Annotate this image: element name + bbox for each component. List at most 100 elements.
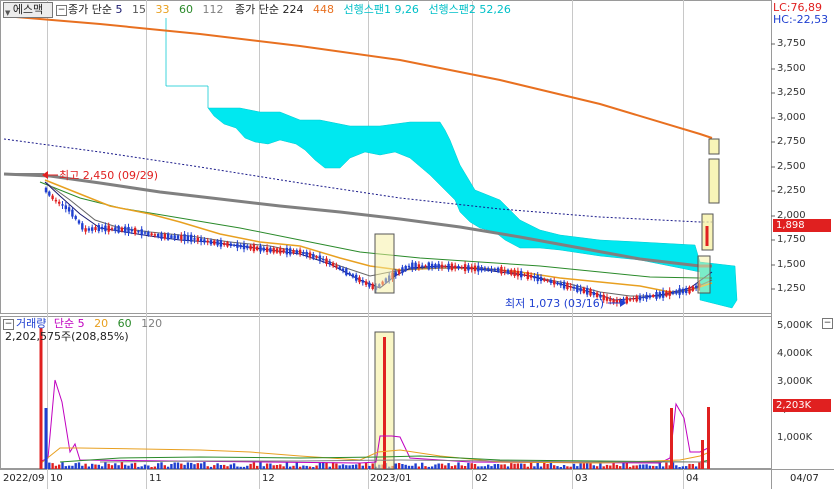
candle-body	[645, 294, 648, 300]
volume-bar	[602, 466, 605, 469]
volume-bar	[463, 466, 467, 469]
volume-bar	[473, 464, 477, 469]
collapse-volume-panel-button[interactable]: −	[3, 319, 14, 330]
volume-bar	[361, 465, 364, 469]
candle-body	[104, 225, 107, 232]
volume-bar	[576, 466, 579, 469]
current-price-badge: 1,898	[773, 219, 831, 232]
volume-bar	[470, 463, 473, 469]
high-annotation: 최고 2,450 (09/29)	[59, 169, 159, 182]
candle-body	[401, 267, 404, 274]
volume-bar	[282, 466, 285, 469]
candle-body	[559, 282, 562, 286]
volume-bar	[605, 464, 609, 469]
volume-bar	[688, 463, 691, 469]
volume-bar	[364, 462, 368, 469]
candle-body	[186, 235, 190, 241]
ticker-selector[interactable]: ▼ 에스맥	[3, 2, 53, 18]
candle-body	[638, 295, 642, 301]
volume-legend: 거래량 단순 5 20 60 120	[16, 317, 162, 331]
volume-bar	[572, 463, 576, 469]
candle-body	[51, 195, 54, 200]
volume-bar	[279, 464, 282, 469]
candle-body	[173, 235, 176, 239]
candle-body	[397, 270, 401, 274]
volume-bar	[170, 464, 173, 469]
candle-body	[100, 226, 104, 230]
volume-bar	[516, 463, 520, 469]
candle-body	[110, 228, 114, 230]
candle-body	[246, 245, 249, 249]
volume-bar	[440, 463, 444, 469]
volume-bar	[427, 466, 430, 469]
stock-chart[interactable]	[0, 0, 834, 489]
volume-bar	[173, 462, 176, 469]
candle-body	[543, 278, 546, 281]
volume-bar	[648, 465, 652, 469]
price-tick-3750: 3,750	[777, 38, 806, 49]
volume-bar	[424, 466, 427, 469]
volume-last-value: 2,202,575주(208,85%)	[5, 330, 129, 343]
volume-bar	[298, 466, 302, 469]
volume-bar	[71, 465, 74, 469]
candle-body	[364, 281, 368, 285]
volume-bar	[110, 465, 114, 469]
volume-bar	[401, 464, 404, 469]
x-tick-2022-09: 2022/09	[3, 473, 45, 484]
volume-bar	[483, 466, 487, 469]
ma33-label: 33	[155, 3, 170, 16]
candle-body	[232, 244, 236, 246]
candle-body	[242, 243, 246, 250]
ma5-label: 5	[115, 3, 123, 16]
volume-panel-menu-button[interactable]: −	[822, 318, 833, 329]
volume-bar	[619, 466, 622, 469]
volume-bar	[104, 462, 107, 469]
candle-body	[529, 275, 533, 278]
candle-body	[394, 272, 397, 276]
x-tick-03: 03	[575, 473, 588, 484]
volume-bar	[589, 463, 592, 469]
candle-body	[140, 229, 143, 236]
volume-bar	[553, 465, 556, 469]
volume-bar	[609, 465, 612, 469]
candle-body	[503, 270, 506, 272]
candle-body	[249, 245, 252, 250]
volume-bar	[176, 462, 180, 469]
candle-body	[325, 258, 328, 264]
volume-bar	[107, 463, 110, 469]
candle-body	[434, 264, 437, 268]
price-tick-3250: 3,250	[777, 87, 806, 98]
candle-body	[269, 247, 272, 253]
volume-bar	[74, 463, 77, 469]
volume-bar	[160, 462, 163, 469]
volume-bar	[308, 466, 312, 469]
volume-bar	[345, 465, 348, 469]
candle-body	[170, 235, 173, 239]
x-tick-10: 10	[50, 473, 63, 484]
volume-bar	[91, 463, 94, 469]
volume-bar	[229, 464, 232, 469]
candle-body	[661, 290, 665, 298]
volume-bar	[150, 467, 153, 469]
volume-bar	[628, 466, 632, 469]
volume-bar	[681, 466, 685, 469]
volume-bar	[246, 465, 249, 469]
volume-bar	[592, 465, 595, 469]
candle-body	[302, 252, 305, 254]
candle-body	[71, 209, 74, 217]
candle-body	[368, 282, 371, 287]
volume-bar	[147, 465, 150, 469]
candle-body	[252, 244, 256, 252]
volume-bar	[331, 462, 335, 469]
volume-bar	[635, 465, 638, 469]
ma2-label: 종가 단순	[234, 3, 279, 16]
span1-label: 선행스팬1 9,26	[343, 3, 419, 16]
candle-body	[513, 269, 516, 276]
volume-bar	[661, 466, 665, 469]
volume-bar	[569, 466, 572, 469]
candle-body	[206, 240, 209, 243]
ma112-line	[3, 172, 712, 268]
collapse-price-panel-button[interactable]: −	[56, 5, 67, 16]
candle-body	[424, 265, 427, 267]
volume-bar	[203, 462, 206, 469]
